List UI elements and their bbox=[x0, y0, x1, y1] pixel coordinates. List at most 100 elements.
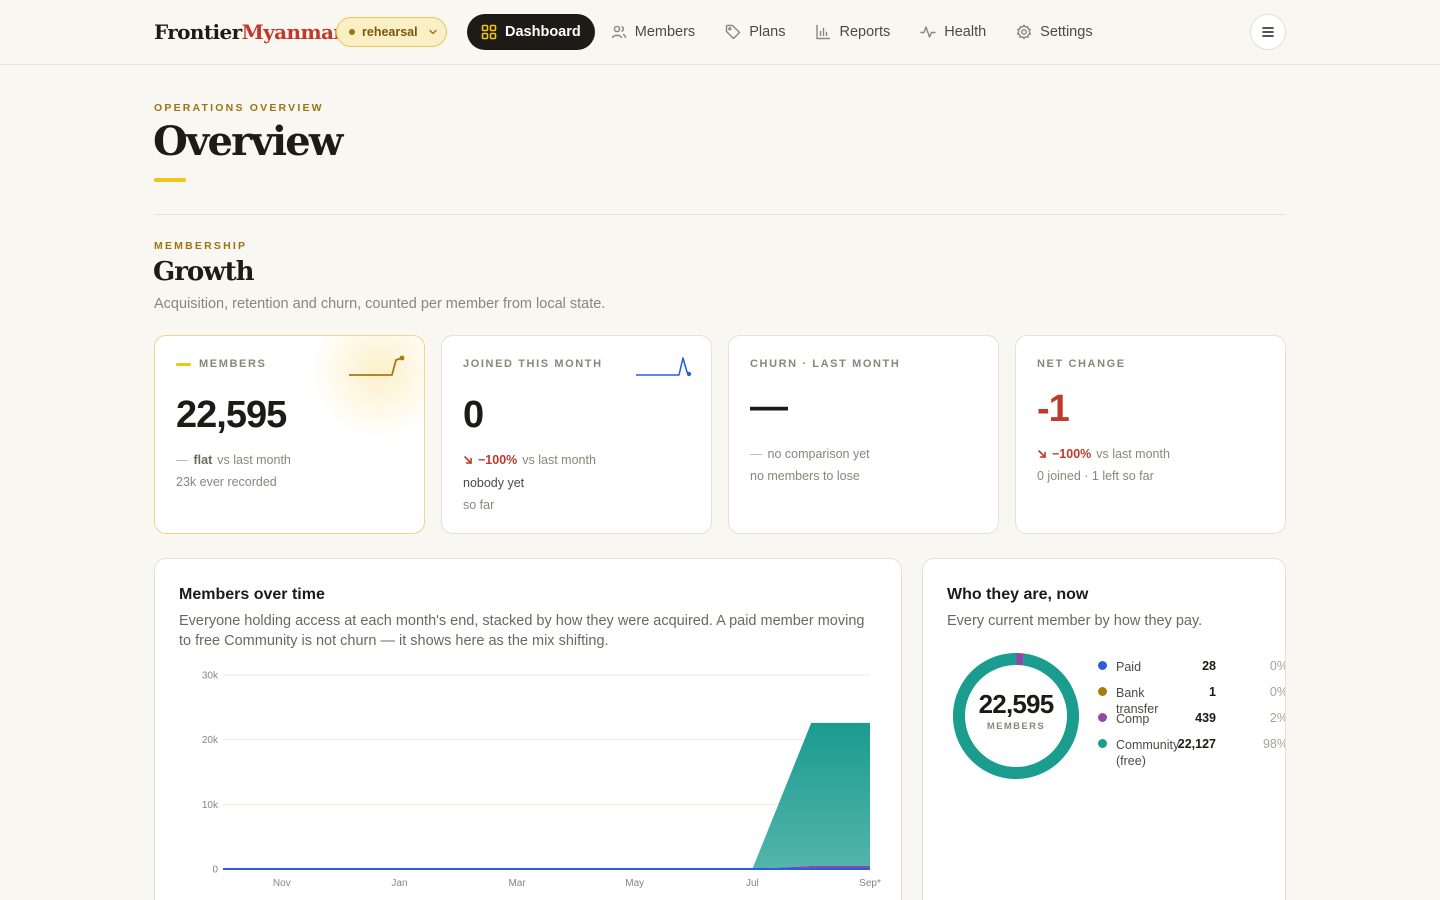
chevron-down-icon bbox=[428, 29, 437, 35]
x-tick-label: Jan bbox=[391, 878, 407, 889]
nav-item-label: Health bbox=[944, 24, 987, 40]
kpi-change-text: no comparison yet bbox=[767, 447, 870, 461]
nav-item-settings[interactable]: Settings bbox=[1002, 14, 1106, 50]
donut-center-label: MEMBERS bbox=[986, 721, 1046, 732]
legend-label: Paid bbox=[1116, 660, 1142, 674]
section-subtitle: Acquisition, retention and churn, counte… bbox=[154, 296, 606, 312]
arrow-down-right-icon bbox=[1038, 450, 1046, 458]
grid-icon bbox=[481, 24, 497, 40]
donut-legend: Paid280%Bank transfer10%Comp4392%Communi… bbox=[1098, 659, 1286, 777]
kpi-value: -1 bbox=[1037, 388, 1070, 430]
hamburger-icon bbox=[1262, 27, 1274, 37]
kpi-card-net-change[interactable]: NET CHANGE -1 −100% vs last month 0 join… bbox=[1015, 335, 1286, 534]
kpi-change: −100% vs last month bbox=[1037, 447, 1170, 461]
kpi-label: NET CHANGE bbox=[1037, 358, 1126, 370]
activity-icon bbox=[920, 26, 936, 38]
members-over-time-chart[interactable]: 0 10k 20k 30k Nov Jan Mar May Jul Sep* bbox=[155, 559, 902, 900]
nav-item-dashboard[interactable]: Dashboard bbox=[467, 14, 595, 50]
members-over-time-panel: Members over time Everyone holding acces… bbox=[154, 558, 902, 900]
kpi-label-text: NET CHANGE bbox=[1037, 358, 1126, 370]
nav-item-label: Settings bbox=[1040, 24, 1093, 40]
members-sparkline bbox=[349, 355, 405, 376]
donut-center-value: 22,595 bbox=[978, 689, 1055, 719]
legend-swatch bbox=[1098, 687, 1107, 696]
legend-percent: 2% bbox=[1269, 711, 1285, 725]
kpi-change: — flat vs last month bbox=[176, 453, 291, 467]
kpi-note: nobody yet bbox=[463, 476, 525, 490]
kpi-card-members[interactable]: MEMBERS 22,595 — flat vs last month 23k … bbox=[154, 335, 425, 534]
legend-count: 439 bbox=[1195, 711, 1216, 725]
legend-percent: 0% bbox=[1269, 659, 1285, 673]
section-divider bbox=[154, 214, 1286, 215]
card-glow bbox=[304, 336, 424, 446]
environment-label: rehearsal bbox=[362, 25, 418, 39]
y-tick-label: 10k bbox=[202, 800, 219, 811]
x-tick-label: May bbox=[625, 878, 644, 889]
page-title: Overview bbox=[153, 118, 343, 165]
joined-sparkline bbox=[636, 357, 692, 377]
arrow-down-right-icon bbox=[464, 456, 472, 464]
kpi-note-secondary: so far bbox=[463, 498, 495, 512]
environment-selector[interactable]: rehearsal bbox=[336, 17, 447, 47]
bar-chart-icon bbox=[816, 24, 831, 40]
y-tick-label: 20k bbox=[202, 735, 219, 746]
kpi-label-text: CHURN · LAST MONTH bbox=[750, 358, 901, 370]
flat-dash-icon: — bbox=[750, 447, 763, 461]
legend-count: 28 bbox=[1202, 659, 1216, 673]
kpi-card-joined[interactable]: JOINED THIS MONTH 0 −100% vs last month … bbox=[441, 335, 712, 534]
nav-item-label: Members bbox=[634, 24, 696, 40]
legend-count: 22,127 bbox=[1177, 737, 1216, 751]
legend-swatch bbox=[1098, 739, 1107, 748]
y-tick-label: 30k bbox=[202, 671, 219, 682]
legend-item[interactable]: Community (free) 22,127 98% bbox=[1098, 737, 1286, 777]
top-navigation-bar: FrontierMyanmar rehearsal Dashboard Memb… bbox=[0, 0, 1440, 65]
nav-item-health[interactable]: Health bbox=[906, 14, 1000, 50]
legend-swatch bbox=[1098, 661, 1107, 670]
section-eyebrow: MEMBERSHIP bbox=[154, 240, 248, 252]
users-icon bbox=[611, 25, 626, 39]
legend-item[interactable]: Paid 28 0% bbox=[1098, 659, 1285, 685]
kpi-change-suffix: vs last month bbox=[1096, 447, 1170, 461]
legend-item[interactable]: Comp 439 2% bbox=[1098, 711, 1285, 737]
kpi-label-text: JOINED THIS MONTH bbox=[463, 358, 603, 370]
kpi-note: 0 joined · 1 left so far bbox=[1037, 469, 1154, 483]
kpi-change-word: flat bbox=[193, 453, 213, 467]
kpi-value: — bbox=[750, 386, 788, 428]
kpi-note: no members to lose bbox=[750, 469, 860, 483]
membership-mix-panel: Who they are, now Every current member b… bbox=[922, 558, 1286, 900]
environment-status-dot bbox=[349, 29, 355, 35]
kpi-change-pct: −100% bbox=[1052, 447, 1092, 461]
kpi-label: MEMBERS bbox=[176, 358, 266, 370]
title-accent-bar bbox=[154, 178, 186, 182]
nav-item-label: Reports bbox=[839, 24, 891, 40]
legend-percent: 0% bbox=[1269, 685, 1285, 699]
nav-item-members[interactable]: Members bbox=[597, 14, 709, 50]
accent-bar bbox=[176, 362, 191, 366]
donut-center: 22,595 MEMBERS bbox=[951, 689, 1081, 732]
legend-label: Comp bbox=[1116, 712, 1150, 726]
x-tick-label: Sep* bbox=[859, 878, 881, 889]
area-series-community bbox=[223, 722, 870, 869]
page-eyebrow: OPERATIONS OVERVIEW bbox=[154, 102, 324, 114]
x-tick-label: Nov bbox=[273, 878, 291, 889]
kpi-change-pct: −100% bbox=[478, 453, 518, 467]
section-title: Growth bbox=[153, 257, 255, 287]
nav-item-label: Dashboard bbox=[505, 24, 581, 40]
kpi-change: — no comparison yet bbox=[750, 447, 870, 461]
kpi-card-churn[interactable]: CHURN · LAST MONTH — — no comparison yet… bbox=[728, 335, 999, 534]
gear-icon bbox=[1017, 24, 1032, 40]
brand-logo[interactable]: FrontierMyanmar bbox=[154, 20, 344, 44]
nav-item-reports[interactable]: Reports bbox=[801, 14, 904, 50]
nav-item-plans[interactable]: Plans bbox=[711, 14, 799, 50]
kpi-note: 23k ever recorded bbox=[176, 475, 277, 489]
legend-percent: 98% bbox=[1262, 737, 1286, 751]
menu-button[interactable] bbox=[1250, 14, 1286, 50]
legend-item[interactable]: Bank transfer10% bbox=[1098, 685, 1285, 716]
flat-dash-icon: — bbox=[176, 453, 189, 467]
x-tick-label: Mar bbox=[508, 878, 526, 889]
kpi-change: −100% vs last month bbox=[463, 453, 596, 467]
kpi-label-text: MEMBERS bbox=[199, 358, 267, 370]
brand-logo-part2: Myanmar bbox=[241, 20, 344, 44]
kpi-label: CHURN · LAST MONTH bbox=[750, 358, 900, 370]
kpi-value: 0 bbox=[463, 394, 484, 436]
